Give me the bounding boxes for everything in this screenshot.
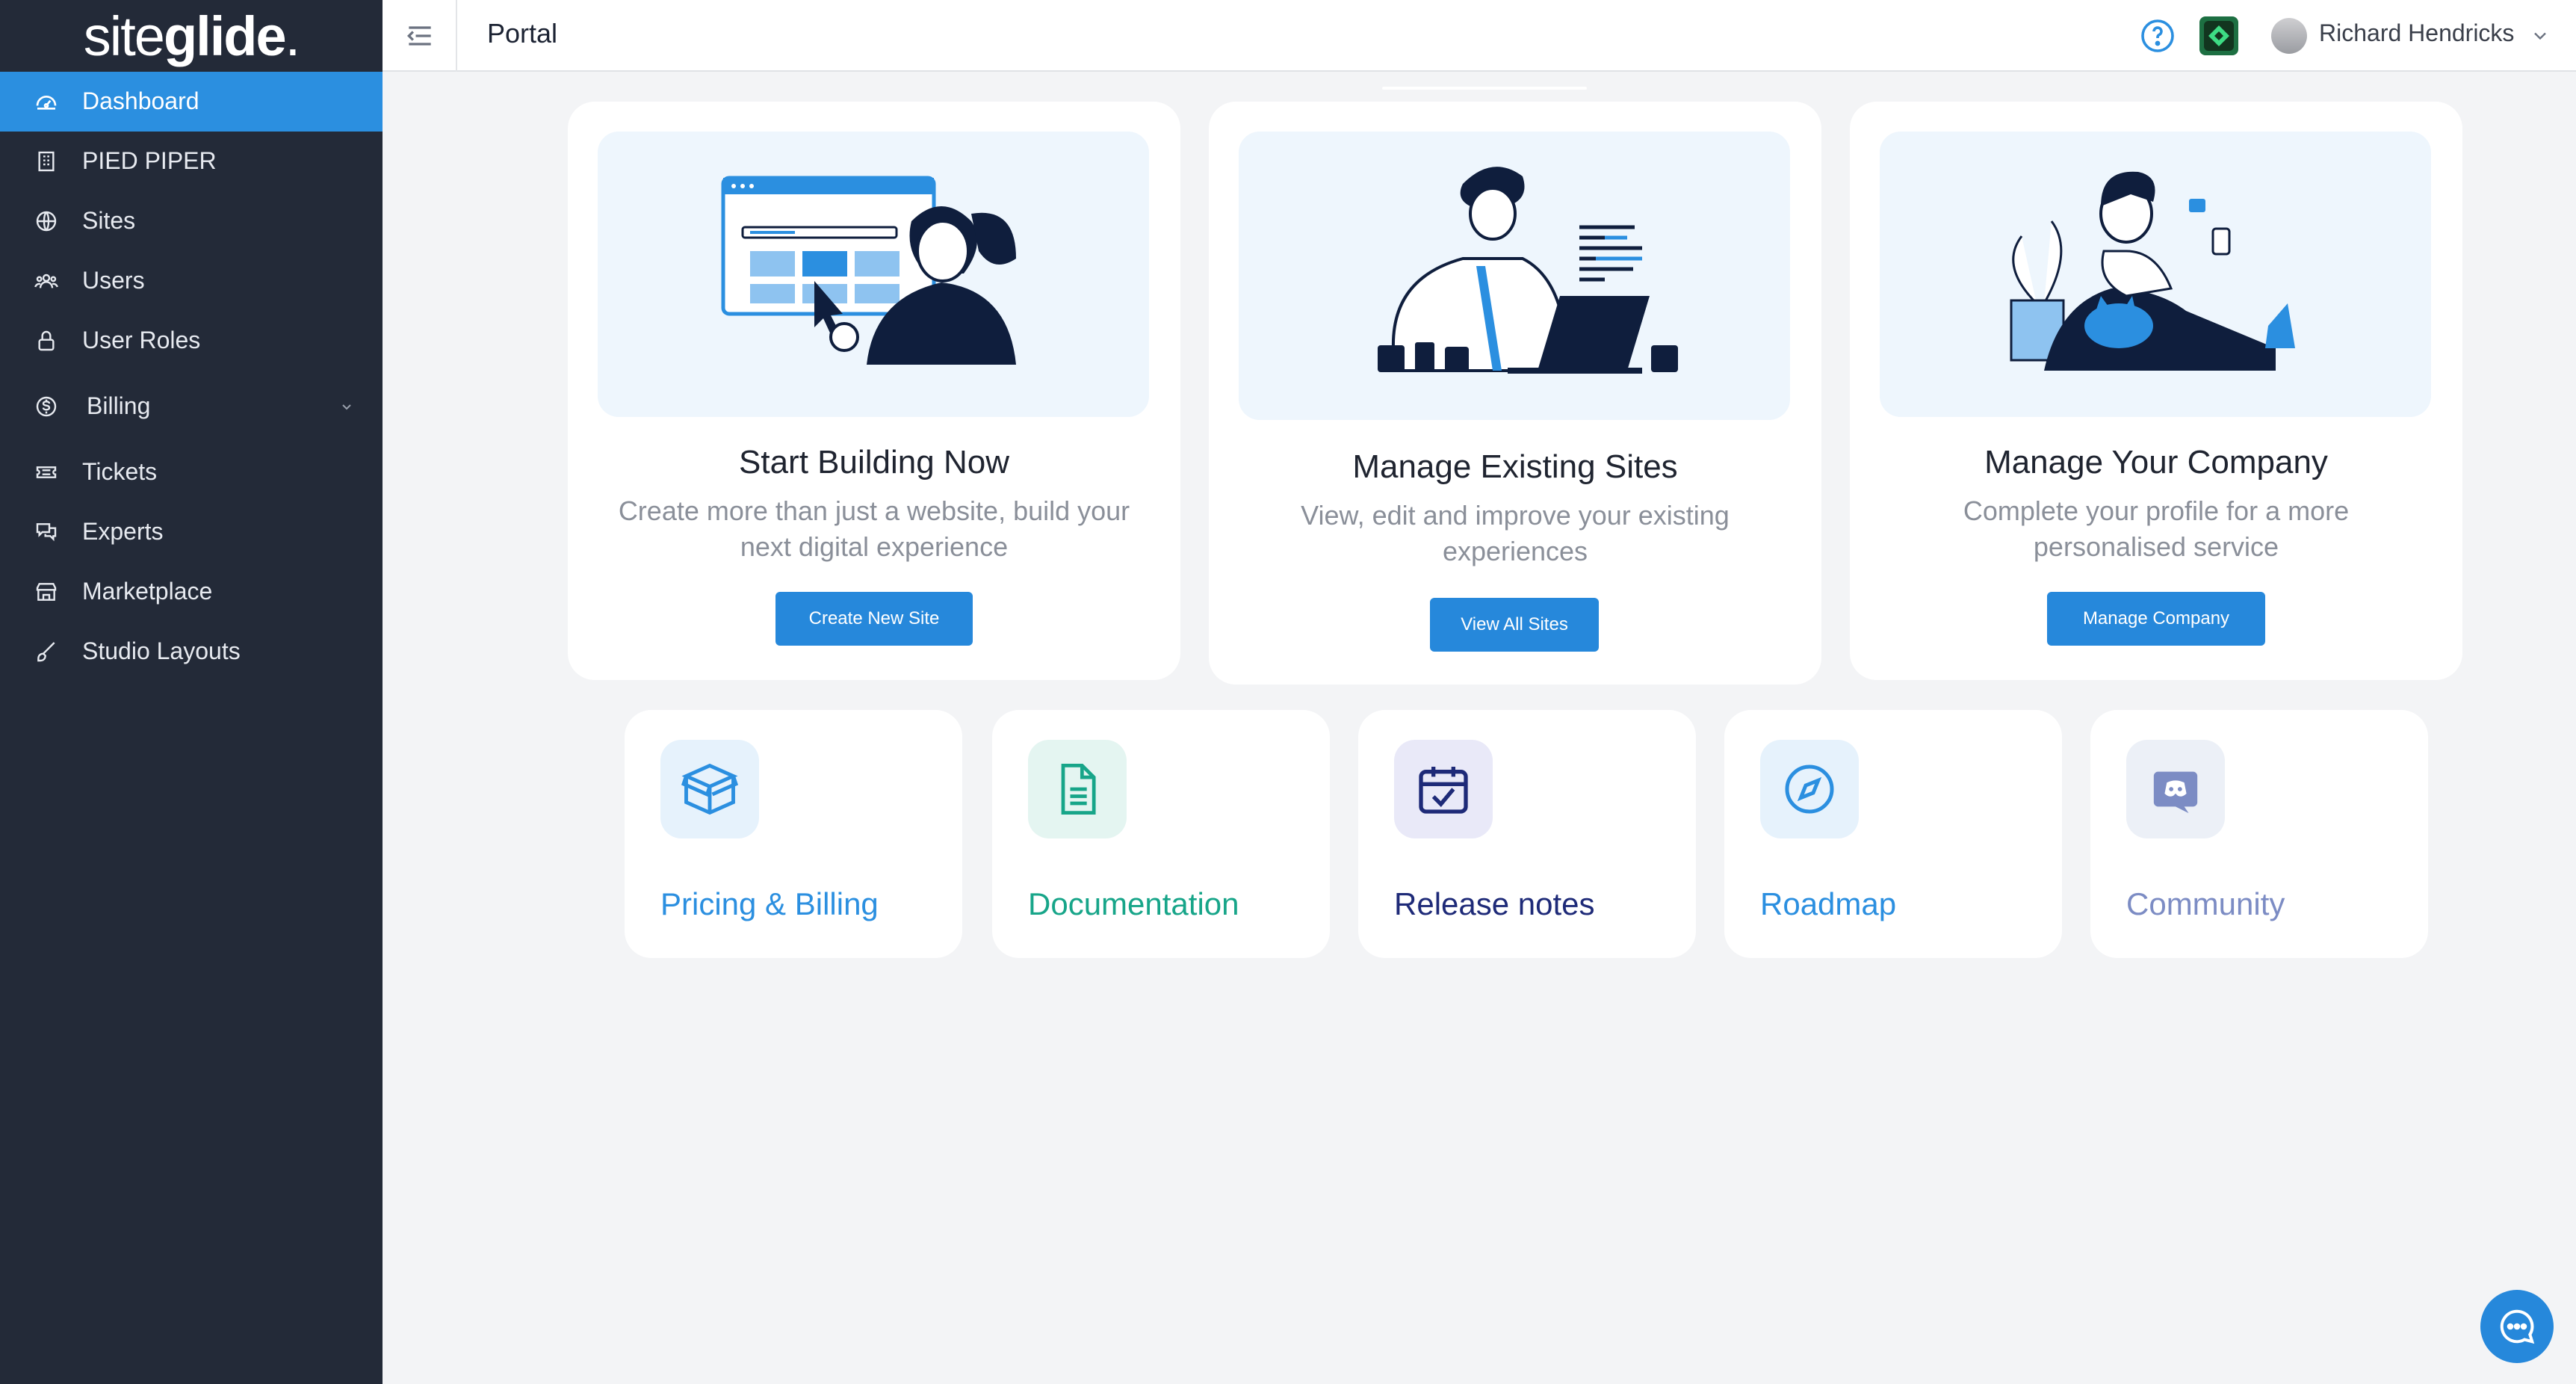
lock-icon	[38, 330, 55, 351]
sidebar-item-user-roles[interactable]: User Roles	[0, 311, 383, 371]
quick-link-community[interactable]: Community	[2090, 710, 2428, 958]
illustration-website-builder	[598, 132, 1149, 417]
page-title: Portal	[487, 18, 558, 49]
hero-card-manage-sites: Manage Existing Sites View, edit and imp…	[1209, 102, 1821, 685]
quick-link-roadmap[interactable]: Roadmap	[1724, 710, 2062, 958]
users-icon	[34, 274, 58, 288]
view-all-sites-button[interactable]: View All Sites	[1430, 598, 1599, 652]
chevron-down-icon[interactable]	[338, 398, 356, 415]
building-icon	[38, 151, 55, 172]
sidebar-item-label: Studio Layouts	[82, 637, 241, 664]
sidebar-item-label: User Roles	[82, 327, 201, 353]
quick-link-label: Pricing & Billing	[660, 886, 879, 921]
store-icon	[36, 583, 57, 601]
hero-card-start-building: Start Building Now Create more than just…	[568, 102, 1180, 680]
hero-card-manage-company: Manage Your Company Complete your profil…	[1850, 102, 2462, 680]
hero-card-title: Start Building Now	[739, 444, 1009, 481]
hero-card-title: Manage Your Company	[1984, 444, 2328, 481]
hero-card-title: Manage Existing Sites	[1352, 448, 1678, 485]
sidebar-item-label: Experts	[82, 518, 164, 545]
sidebar-item-label: PIED PIPER	[82, 147, 217, 174]
create-new-site-button[interactable]: Create New Site	[775, 592, 973, 646]
topbar-divider	[456, 0, 457, 72]
hero-card-description: Create more than just a website, build y…	[618, 495, 1130, 562]
avatar[interactable]	[2271, 18, 2307, 54]
logo-text-bold: glide	[163, 4, 287, 67]
document-icon	[1028, 740, 1127, 838]
manage-company-button[interactable]: Manage Company	[2047, 592, 2265, 646]
sidebar-item-label: Tickets	[82, 458, 158, 485]
calendar-check-icon	[1394, 740, 1493, 838]
box-icon	[660, 740, 759, 838]
quick-link-label: Release notes	[1394, 886, 1595, 921]
illustration-company-profile	[1880, 132, 2431, 417]
help-circle-icon[interactable]	[2140, 18, 2176, 54]
illustration-developer	[1239, 132, 1790, 420]
app-logo-icon	[2204, 21, 2234, 51]
scroll-indicator	[1382, 87, 1587, 90]
logo-dot: .	[285, 4, 301, 67]
sidebar-item-label: Dashboard	[82, 87, 199, 114]
chevron-down-icon[interactable]	[2530, 25, 2551, 46]
quick-link-label: Documentation	[1028, 886, 1239, 921]
chat-icon	[2500, 1309, 2535, 1344]
siteglide-app-icon[interactable]	[2199, 16, 2238, 55]
sidebar-item-billing[interactable]: Billing	[0, 377, 383, 436]
menu-collapse-icon[interactable]	[403, 19, 436, 52]
quick-link-label: Community	[2126, 886, 2285, 921]
sidebar-item-tickets[interactable]: Tickets	[0, 442, 383, 502]
sidebar-item-marketplace[interactable]: Marketplace	[0, 562, 383, 622]
sidebar: site glide. Dashboard PIED PIPER Sites Us…	[0, 0, 383, 1384]
user-name[interactable]: Richard Hendricks	[2319, 19, 2514, 47]
sidebar-item-dashboard[interactable]: Dashboard	[0, 72, 383, 132]
sidebar-item-experts[interactable]: Experts	[0, 502, 383, 562]
sidebar-item-studio-layouts[interactable]: Studio Layouts	[0, 622, 383, 682]
chat-bubbles-icon	[36, 523, 57, 542]
top-bar: Portal Richard Hendricks	[383, 0, 2576, 72]
sidebar-item-label: Users	[82, 267, 145, 294]
sidebar-item-pied-piper[interactable]: PIED PIPER	[0, 132, 383, 191]
discord-icon	[2126, 740, 2225, 838]
sidebar-item-label: Billing	[87, 392, 151, 419]
compass-icon	[1760, 740, 1859, 838]
sidebar-item-sites[interactable]: Sites	[0, 191, 383, 251]
dashboard-icon	[36, 96, 57, 110]
siteglide-logo[interactable]: site glide.	[0, 0, 383, 72]
quick-link-pricing-billing[interactable]: Pricing & Billing	[625, 710, 962, 958]
sidebar-item-label: Marketplace	[82, 578, 213, 605]
globe-icon	[36, 211, 57, 232]
chat-support-button[interactable]	[2480, 1290, 2554, 1363]
sidebar-item-label: Sites	[82, 207, 136, 234]
sidebar-item-users[interactable]: Users	[0, 251, 383, 311]
quick-link-label: Roadmap	[1760, 886, 1897, 921]
hero-card-description: View, edit and improve your existing exp…	[1301, 500, 1730, 566]
logo-text-light: site	[83, 4, 165, 67]
quick-link-release-notes[interactable]: Release notes	[1358, 710, 1696, 958]
ticket-icon	[36, 466, 57, 478]
quick-link-documentation[interactable]: Documentation	[992, 710, 1330, 958]
brush-icon	[37, 642, 55, 662]
dollar-icon	[36, 396, 57, 417]
hero-card-description: Complete your profile for a more persona…	[1963, 495, 2350, 562]
